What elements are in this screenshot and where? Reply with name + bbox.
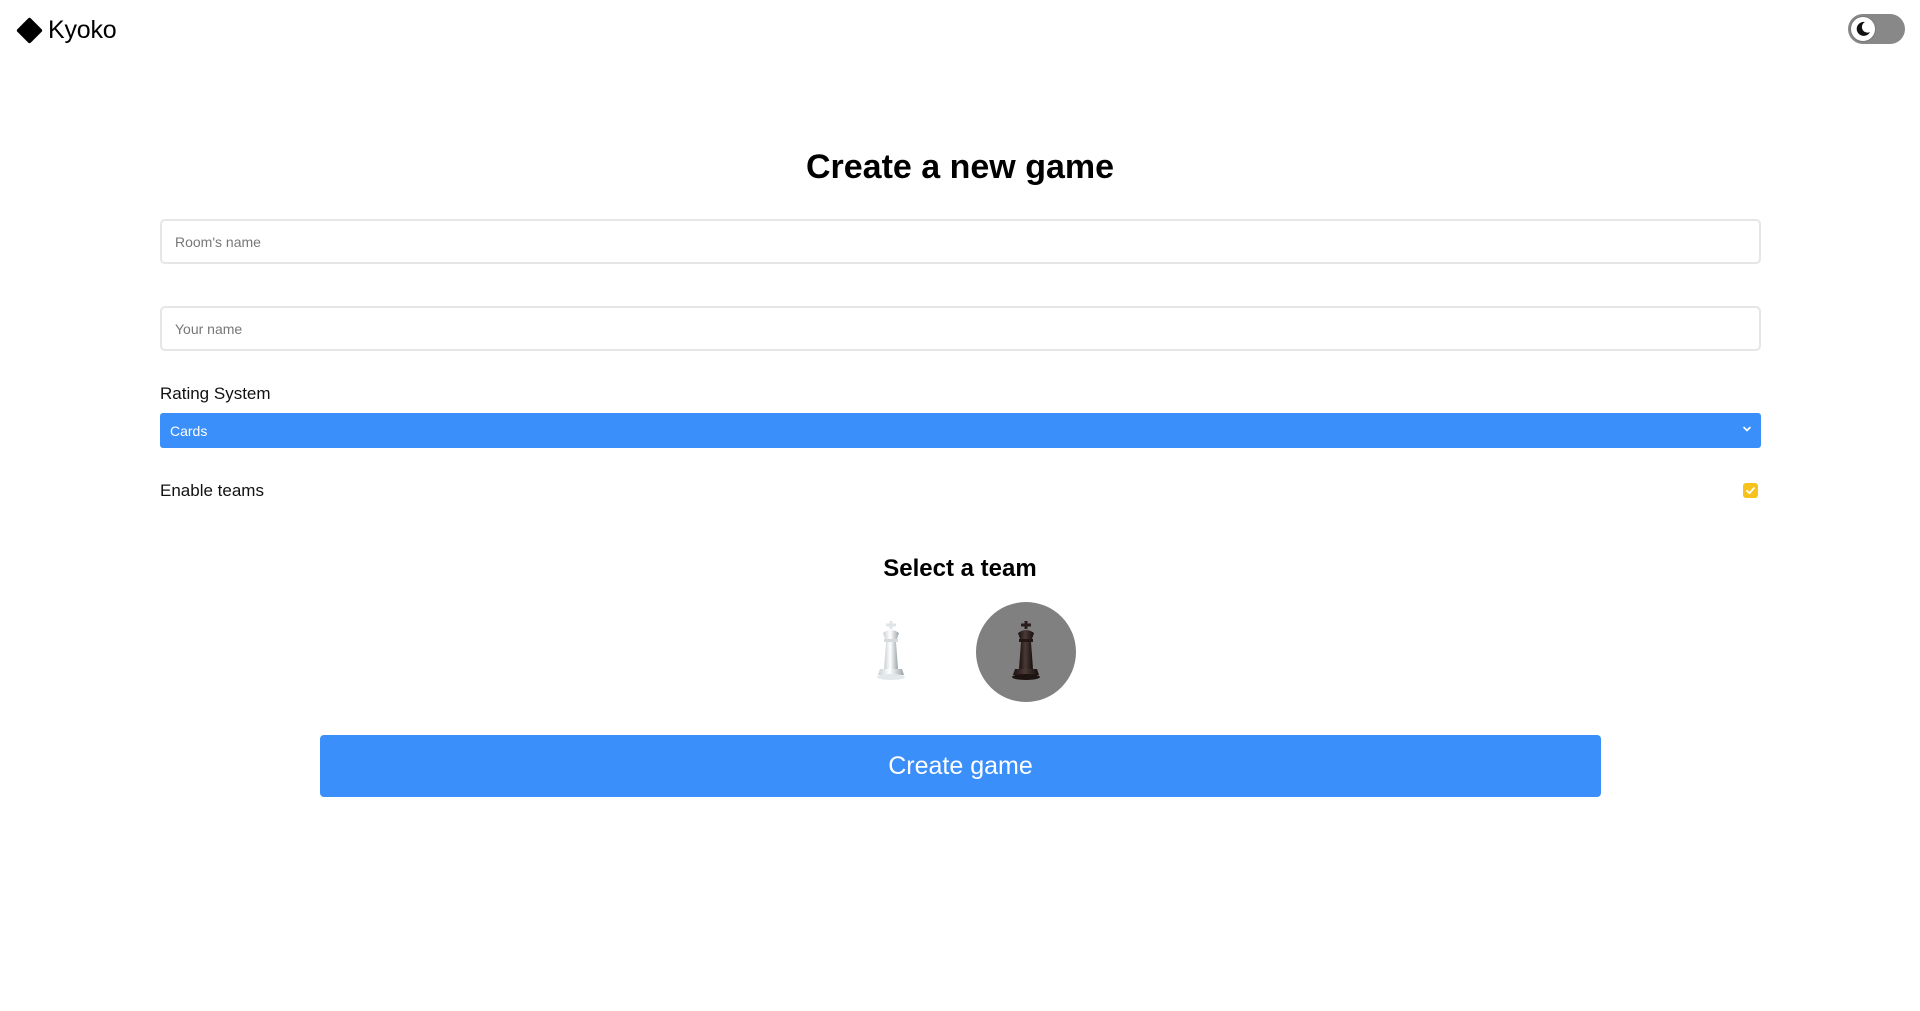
chevron-down-icon <box>1743 426 1751 432</box>
page-title: Create a new game <box>805 148 1115 186</box>
team-white-option[interactable] <box>841 602 941 702</box>
theme-toggle[interactable] <box>1848 14 1905 44</box>
rating-system-select[interactable]: Cards <box>160 413 1761 448</box>
white-king-chess-icon <box>877 621 905 680</box>
create-game-button[interactable]: Create game <box>320 735 1601 797</box>
rating-system-selected-value: Cards <box>170 422 208 439</box>
room-name-input[interactable] <box>160 219 1761 264</box>
rating-system-label: Rating System <box>160 384 271 403</box>
diamond-logo-icon <box>16 17 43 44</box>
moon-icon <box>1850 16 1876 42</box>
app-name: Kyoko <box>48 16 117 44</box>
checkmark-icon <box>1746 487 1755 495</box>
black-king-chess-icon <box>1012 621 1040 680</box>
app-logo[interactable]: Kyoko <box>16 16 117 45</box>
select-team-title: Select a team <box>883 555 1037 582</box>
player-name-input[interactable] <box>160 306 1761 351</box>
team-black-option[interactable] <box>976 602 1076 702</box>
top-bar: Kyoko <box>0 0 1920 64</box>
enable-teams-checkbox[interactable] <box>1743 483 1758 498</box>
enable-teams-label: Enable teams <box>160 481 264 500</box>
